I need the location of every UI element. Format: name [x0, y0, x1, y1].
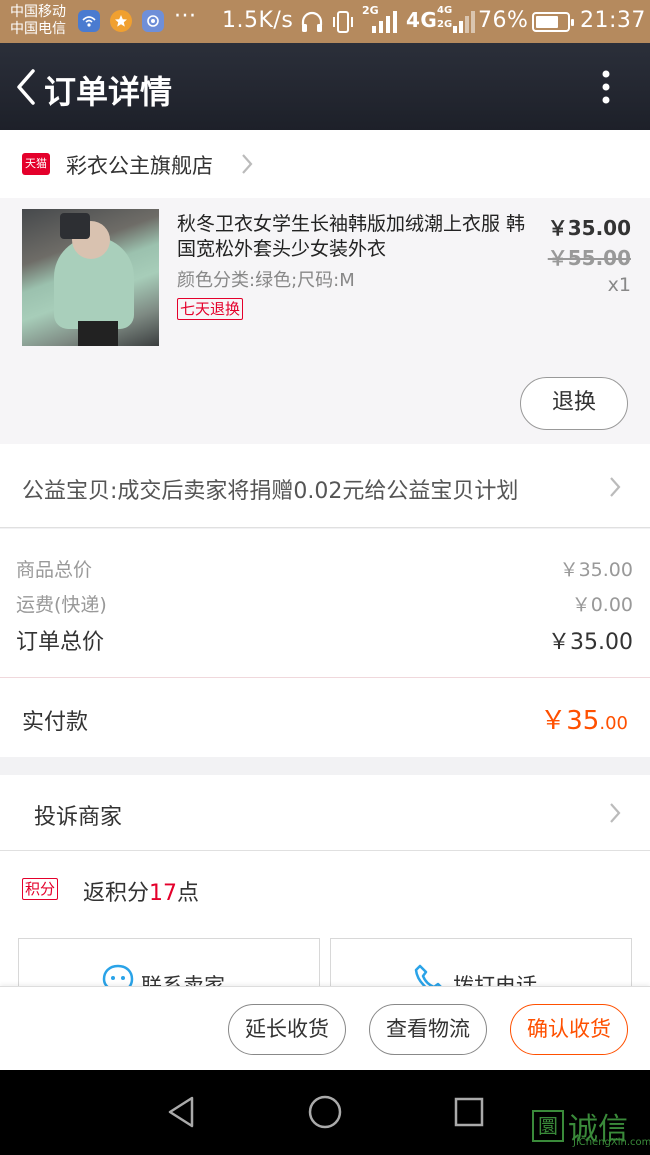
goods-total-label: 商品总价 [16, 559, 93, 581]
points-number: 17 [149, 881, 178, 906]
confirm-receipt-button[interactable]: 确认收货 [510, 1004, 628, 1055]
network-2g-small: 2G [437, 19, 453, 30]
chat-bubble-icon [102, 964, 134, 986]
shipping-label: 运费(快递) [16, 594, 107, 616]
battery-icon [532, 12, 574, 32]
paid-value: ￥35.00 [540, 700, 628, 737]
paid-label: 实付款 [22, 710, 89, 735]
price-summary: 商品总价 ￥35.00 运费(快递) ￥0.00 订单总价 ￥35.00 [0, 529, 650, 677]
exchange-button[interactable]: 退换 [520, 377, 628, 430]
charity-text: 公益宝贝:成交后卖家将捐赠0.02元给公益宝贝计划 [22, 479, 519, 504]
clock: 21:37 [580, 8, 646, 33]
shipping-value: ￥0.00 [571, 594, 633, 616]
network-4g-small: 4G [437, 5, 453, 16]
product-title[interactable]: 秋冬卫衣女学生长袖韩版加绒潮上衣服 韩国宽松外套头少女装外衣 [177, 212, 529, 262]
network-speed: 1.5K/s [222, 8, 294, 33]
points-prefix: 返积分 [83, 881, 150, 906]
signal-icon [372, 11, 397, 33]
points-badge: 积分 [22, 878, 59, 900]
more-notifications: ··· [174, 4, 197, 29]
product-image[interactable] [22, 209, 159, 346]
action-bar: 延长收货 查看物流 确认收货 [0, 986, 650, 1070]
paid-row: 实付款 ￥35.00 [0, 677, 650, 757]
product-image-phone [60, 213, 90, 239]
watermark-site: JiChengXin.com [573, 1137, 650, 1148]
paid-value-integer: ￥35 [540, 706, 600, 736]
back-arrow-icon[interactable] [12, 67, 42, 107]
signal-2-icon [453, 11, 475, 33]
carrier-info: 中国移动 中国电信 [10, 4, 66, 38]
tmall-logo: 天猫 [22, 153, 50, 175]
system-recents-icon[interactable] [453, 1096, 485, 1128]
call-phone-label: 拨打电话 [453, 974, 537, 986]
contact-area: 联系卖家 拨打电话 [0, 929, 650, 986]
phone-icon [414, 964, 442, 986]
store-row[interactable]: 天猫 彩衣公主旗舰店 [0, 130, 650, 198]
system-back-icon[interactable] [164, 1094, 198, 1130]
more-options-icon[interactable] [596, 69, 616, 105]
chevron-right-icon [610, 803, 621, 823]
goods-total-value: ￥35.00 [559, 559, 633, 581]
carrier-2: 中国电信 [10, 21, 66, 37]
paid-value-decimal: .00 [599, 713, 628, 734]
headphones-icon [301, 11, 323, 32]
system-home-icon[interactable] [307, 1094, 343, 1130]
price-original: ￥55.00 [547, 246, 631, 270]
complain-seller-label: 投诉商家 [34, 805, 123, 830]
points-row: 积分 返积分17点 [0, 851, 650, 929]
chevron-right-icon [242, 154, 253, 174]
page-title: 订单详情 [44, 73, 173, 111]
status-bar: 中国移动 中国电信 ··· 1.5K/s 2G 4G 4G 2G 76% 21:… [0, 0, 650, 43]
product-spec: 颜色分类:绿色;尺码:M [177, 270, 355, 291]
store-name: 彩衣公主旗舰店 [66, 154, 213, 178]
wifi-hotspot-icon [78, 10, 100, 32]
contact-seller-button[interactable]: 联系卖家 [18, 938, 320, 986]
points-text: 返积分17点 [83, 875, 199, 907]
nav-bar: 订单详情 [0, 43, 650, 130]
network-4g-label: 4G [406, 8, 438, 32]
seven-day-return-badge: 七天退换 [177, 298, 244, 320]
system-nav-bar: 圜 诚信 JiChengXin.com [0, 1070, 650, 1155]
extend-receipt-button[interactable]: 延长收货 [228, 1004, 346, 1055]
product-image-legs [78, 321, 118, 346]
sync-app-icon [142, 10, 164, 32]
order-total-value: ￥35.00 [548, 630, 633, 655]
complain-seller-row[interactable]: 投诉商家 [0, 775, 650, 851]
product-card[interactable]: 秋冬卫衣女学生长袖韩版加绒潮上衣服 韩国宽松外套头少女装外衣 颜色分类:绿色;尺… [0, 198, 650, 444]
quantity: x1 [607, 274, 631, 296]
charity-row[interactable]: 公益宝贝:成交后卖家将捐赠0.02元给公益宝贝计划 [0, 444, 650, 528]
order-total-label: 订单总价 [16, 630, 105, 655]
points-suffix: 点 [177, 881, 200, 906]
call-phone-button[interactable]: 拨打电话 [330, 938, 632, 986]
carrier-1: 中国移动 [10, 4, 66, 20]
star-app-icon [110, 10, 132, 32]
vibrate-icon [333, 11, 353, 33]
battery-level [536, 16, 558, 28]
battery-percent: 76% [478, 8, 529, 33]
contact-seller-label: 联系卖家 [141, 974, 225, 986]
price-current: ￥35.00 [547, 216, 631, 240]
watermark-mark: 圜 [532, 1110, 564, 1142]
view-logistics-button[interactable]: 查看物流 [369, 1004, 487, 1055]
chevron-right-icon [610, 477, 621, 497]
